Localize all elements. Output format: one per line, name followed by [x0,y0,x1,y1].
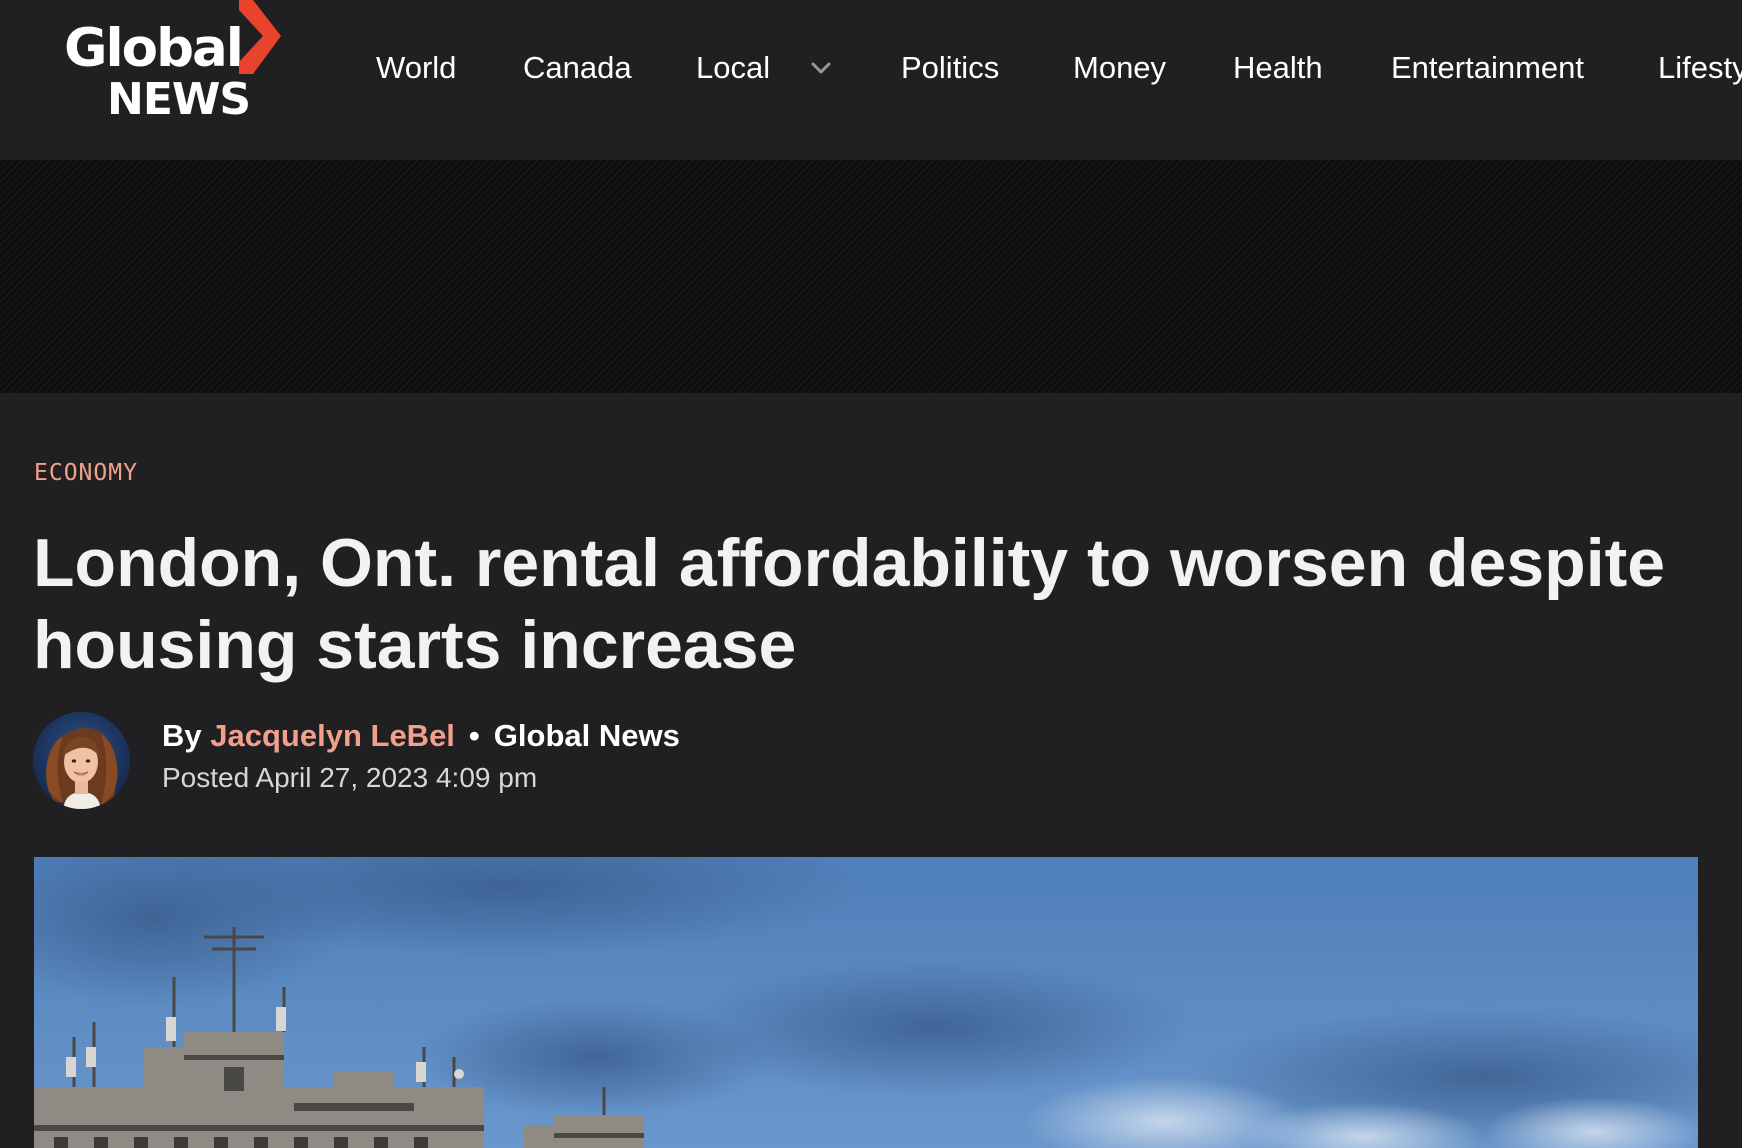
article-category[interactable]: ECONOMY [34,458,138,488]
nav-item-politics[interactable]: Politics [901,46,999,90]
nav-item-world[interactable]: World [376,46,456,90]
site-header: Global NEWS World Canada Local Politics … [0,0,1742,160]
nav-item-lifestyle[interactable]: Lifestyle [1658,46,1742,90]
ad-placeholder [0,160,1742,393]
chevron-down-icon[interactable] [810,58,832,78]
main-nav: World Canada Local Politics Money Health… [0,46,1742,90]
posted-date: Posted April 27, 2023 4:09 pm [162,762,538,793]
hero-photo[interactable] [34,857,1698,1148]
byline-separator: • [468,718,480,753]
byline-text: By Jacquelyn LeBel • Global News [162,716,680,756]
author-link[interactable]: Jacquelyn LeBel [210,718,455,753]
nav-item-local[interactable]: Local [696,46,770,90]
nav-item-canada[interactable]: Canada [523,46,632,90]
nav-item-entertainment[interactable]: Entertainment [1391,46,1584,90]
hero-skyline-image [34,857,1698,1148]
byline-block: By Jacquelyn LeBel • Global News Posted Ap… [33,712,933,812]
nav-item-money[interactable]: Money [1073,46,1166,90]
article-headline: London, Ont. rental affordability to wor… [33,525,1666,683]
byline-source: Global News [493,718,680,753]
author-avatar[interactable] [33,712,130,809]
author-portrait-icon [33,712,130,809]
nav-item-health[interactable]: Health [1233,46,1323,90]
byline-prefix: By [162,718,202,753]
